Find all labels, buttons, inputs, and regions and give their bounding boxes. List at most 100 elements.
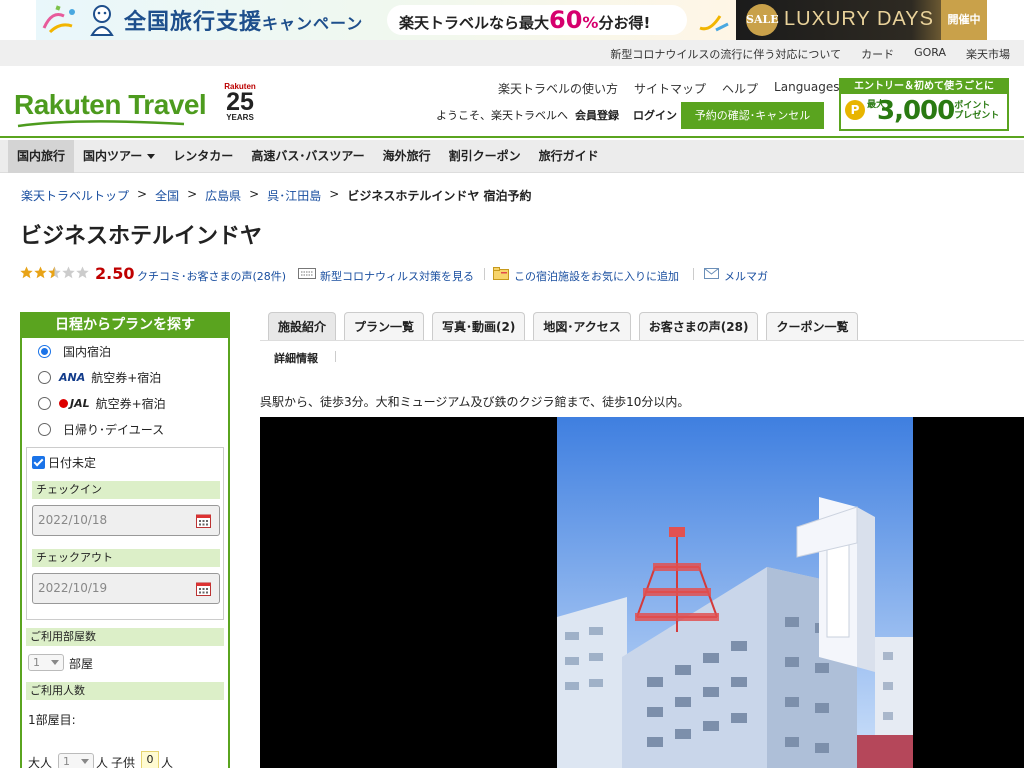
nav-discount-coupon[interactable]: 割引クーポン [440,140,530,173]
facility-tabs: 施設紹介 プラン一覧 写真･動画(2) 地図･アクセス お客さまの声(28) ク… [268,312,859,340]
rating-score: 2.50 [95,264,135,283]
radio-button[interactable] [38,422,51,436]
favorite-folder-icon [493,267,509,280]
util-link-corona[interactable]: 新型コロナウイルスの流行に伴う対応について [610,46,841,62]
tab-facility-intro[interactable]: 施設紹介 [268,312,337,340]
breadcrumb-separator: > [137,187,148,201]
hotel-meta-row: 2.50 クチコミ･お客さまの声(28件) 新型コロナウィルス対策を見る この宿… [20,264,800,285]
nav-highway-bus[interactable]: 高速バス･バスツアー [242,140,373,173]
rooms-select[interactable]: 1 [28,654,64,671]
nav-overseas-travel[interactable]: 海外旅行 [374,140,440,173]
add-favorite-link[interactable]: この宿泊施設をお気に入りに追加 [514,268,679,284]
adult-unit: 人 [96,756,109,768]
luxury-sale-banner[interactable]: SALE LUXURY DAYS 開催中 [736,0,987,40]
tab-coupon-list[interactable]: クーポン一覧 [766,312,859,340]
jal-logo: JAL [59,397,90,410]
reviews-link[interactable]: クチコミ･お客さまの声(28件) [137,268,286,284]
rooms-unit: 部屋 [69,657,94,671]
radio-ana-flight-stay[interactable]: ANA 航空券+宿泊 [38,369,161,385]
divider [335,351,336,362]
breadcrumb-kure[interactable]: 呉･江田島 [267,187,321,204]
confetti-icon [42,5,75,34]
radio-jal-flight-stay[interactable]: JAL 航空券+宿泊 [38,395,166,411]
top-banner-row: 全国旅行支援キャンペーン 楽天トラベルなら最大60%分お得! SALE LUXU… [0,0,1024,40]
greeting-text: ようこそ、楽天トラベルへ [436,109,568,122]
mascot-icon [90,5,114,36]
anniversary-logo: Rakuten 25 YEARS [224,82,256,122]
header-link-help[interactable]: ヘルプ [722,80,758,97]
date-undecided-checkbox[interactable]: 日付未定 [32,454,96,471]
checkin-label: チェックイン [32,481,220,499]
divider [484,268,485,280]
checkbox-checked[interactable] [32,456,45,469]
reservation-check-button[interactable]: 予約の確認･キャンセル [681,102,824,129]
calendar-icon[interactable] [196,513,211,528]
tab-plan-list[interactable]: プラン一覧 [344,312,425,340]
divider [693,268,694,280]
tab-customer-reviews[interactable]: お客さまの声(28) [638,312,759,340]
logo-swoosh-icon [17,120,185,128]
page-title: ビジネスホテルインドヤ [20,224,263,249]
site-header: Rakuten Travel Rakuten 25 YEARS 楽天トラベルの使… [0,66,1024,138]
sparkle-icon [699,15,729,32]
util-link-gora[interactable]: GORA [914,46,946,62]
entry-points-amount: 最大3,000ポイント プレゼント [867,96,1000,126]
breadcrumb-national[interactable]: 全国 [155,187,179,204]
campaign-banner[interactable]: 全国旅行支援キャンペーン 楽天トラベルなら最大60%分お得! [36,0,736,40]
sale-badge: SALE [746,4,779,36]
date-selection-box: 日付未定 チェックイン 2022/10/18 チェックアウト 2022/10/1… [26,447,224,620]
corona-measures-link[interactable]: 新型コロナウィルス対策を見る [320,268,474,284]
newsletter-link[interactable]: メルマガ [724,268,768,284]
radio-domestic-stay[interactable]: 国内宿泊 [38,343,111,359]
tab-photos-videos[interactable]: 写真･動画(2) [432,312,526,340]
child-count-field[interactable]: 0 [141,751,159,768]
point-coin-icon: P [845,100,865,120]
hotel-photo-viewer[interactable]: ◆ [260,417,1024,768]
radio-button[interactable] [38,396,51,410]
member-register-link[interactable]: 会員登録 [575,107,619,123]
breadcrumb: 楽天トラベルトップ > 全国 > 広島県 > 呉･江田島 > ビジネスホテルイン… [21,187,532,204]
hotel-exterior-photo: ◆ [557,417,913,768]
adult-count-select[interactable]: 1 [58,753,94,768]
checkin-date-input[interactable]: 2022/10/18 [32,505,220,536]
mail-icon [704,268,719,279]
breadcrumb-current: ビジネスホテルインドヤ 宿泊予約 [347,189,532,203]
rooms-label: ご利用部屋数 [26,628,224,646]
util-link-card[interactable]: カード [861,46,894,62]
child-label: 子供 [111,756,136,768]
nav-rental-car[interactable]: レンタカー [164,140,242,173]
radio-day-use[interactable]: 日帰り･デイユース [38,421,164,437]
luxury-days-text: LUXURY DAYS [784,8,934,30]
global-nav: 国内旅行 国内ツアー レンタカー 高速バス･バスツアー 海外旅行 割引クーポン … [0,140,1024,173]
tab-map-access[interactable]: 地図･アクセス [533,312,631,340]
header-link-howto[interactable]: 楽天トラベルの使い方 [498,80,618,97]
calendar-icon[interactable] [196,581,211,596]
campaign-title: 全国旅行支援キャンペーン [124,10,364,35]
breadcrumb-separator: > [187,187,198,201]
nav-domestic-travel[interactable]: 国内旅行 [8,140,75,173]
radio-button-selected[interactable] [38,344,51,358]
util-link-ichiba[interactable]: 楽天市場 [966,46,1010,62]
nav-travel-guide[interactable]: 旅行ガイド [530,140,608,173]
tab-divider [260,340,1024,341]
room1-label: 1部屋目: [28,713,76,727]
hotel-description: 呉駅から、徒歩3分。大和ミュージアム及び鉄のクジラ館まで、徒歩10分以内。 [260,395,690,409]
entry-banner-caption: エントリー＆初めて使うごとに [841,80,1007,94]
breadcrumb-separator: > [329,187,340,201]
checkout-label: チェックアウト [32,549,220,567]
keyboard-icon [298,268,316,279]
login-link[interactable]: ログイン [633,107,677,123]
guests-label: ご利用人数 [26,682,224,700]
plan-search-panel: 日程からプランを探す 国内宿泊 ANA 航空券+宿泊 JAL 航空券+宿泊 日帰… [20,312,230,768]
header-link-sitemap[interactable]: サイトマップ [634,80,706,97]
checkout-date-input[interactable]: 2022/10/19 [32,573,220,604]
rakuten-travel-logo[interactable]: Rakuten Travel [14,89,207,121]
nav-domestic-tour[interactable]: 国内ツアー [74,140,164,173]
breadcrumb-hiroshima[interactable]: 広島県 [205,187,241,204]
utility-bar: 新型コロナウイルスの流行に伴う対応について カード GORA 楽天市場 [0,40,1024,66]
breadcrumb-top[interactable]: 楽天トラベルトップ [21,187,129,204]
subtab-details[interactable]: 詳細情報 [274,350,318,366]
radio-button[interactable] [38,370,51,384]
entry-points-banner[interactable]: エントリー＆初めて使うごとに P 最大3,000ポイント プレゼント [839,78,1009,131]
campaign-pill: 楽天トラベルなら最大60%分お得! [387,5,687,35]
